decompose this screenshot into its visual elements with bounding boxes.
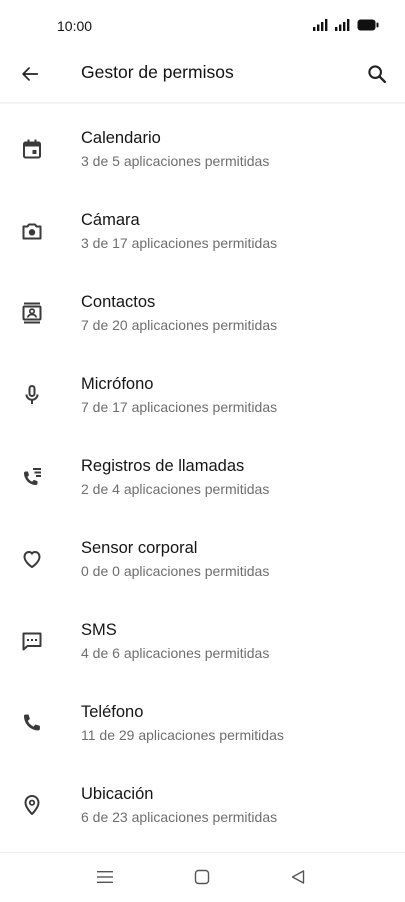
microphone-icon — [20, 383, 44, 407]
permission-list: Calendario 3 de 5 aplicaciones permitida… — [0, 116, 405, 854]
call-log-icon — [20, 465, 44, 489]
permission-title: Contactos — [81, 293, 156, 311]
location-icon — [20, 793, 44, 817]
app-bar-divider — [0, 102, 405, 104]
heart-icon — [20, 547, 44, 571]
signal-icon — [313, 19, 330, 31]
calendar-icon — [20, 137, 44, 161]
permission-summary: 11 de 29 aplicaciones permitidas — [81, 727, 284, 743]
contacts-icon — [20, 301, 44, 325]
back-button[interactable] — [14, 58, 46, 90]
permission-title: Calendario — [81, 129, 161, 147]
permission-summary: 2 de 4 aplicaciones permitidas — [81, 481, 270, 497]
permission-summary: 3 de 17 aplicaciones permitidas — [81, 235, 278, 251]
arrow-back-icon — [19, 63, 41, 85]
permission-summary: 7 de 17 aplicaciones permitidas — [81, 399, 278, 415]
sms-icon — [20, 629, 44, 653]
permission-summary: 0 de 0 aplicaciones permitidas — [81, 563, 270, 579]
navigation-bar — [0, 853, 405, 902]
app-bar: Gestor de permisos — [0, 52, 405, 104]
back-icon — [289, 868, 307, 886]
menu-icon — [96, 869, 114, 885]
status-time: 10:00 — [57, 18, 93, 34]
battery-icon — [357, 19, 379, 31]
permission-item-call-logs[interactable]: Registros de llamadas 2 de 4 aplicacione… — [0, 444, 405, 526]
permission-item-body-sensors[interactable]: Sensor corporal 0 de 0 aplicaciones perm… — [0, 526, 405, 608]
recent-apps-button[interactable] — [93, 865, 117, 889]
status-bar: 10:00 — [0, 0, 405, 52]
permission-title: Micrófono — [81, 375, 154, 393]
permission-summary: 3 de 5 aplicaciones permitidas — [81, 153, 270, 169]
permission-title: Ubicación — [81, 785, 154, 803]
permission-item-calendar[interactable]: Calendario 3 de 5 aplicaciones permitida… — [0, 116, 405, 198]
phone-icon — [20, 711, 44, 735]
permission-item-location[interactable]: Ubicación 6 de 23 aplicaciones permitida… — [0, 772, 405, 854]
permission-title: Cámara — [81, 211, 140, 229]
signal-icon — [335, 19, 352, 31]
permission-summary: 6 de 23 aplicaciones permitidas — [81, 809, 278, 825]
permission-item-camera[interactable]: Cámara 3 de 17 aplicaciones permitidas — [0, 198, 405, 280]
permission-item-phone[interactable]: Teléfono 11 de 29 aplicaciones permitida… — [0, 690, 405, 772]
page-title: Gestor de permisos — [81, 62, 234, 82]
permission-summary: 7 de 20 aplicaciones permitidas — [81, 317, 278, 333]
system-back-button[interactable] — [286, 865, 310, 889]
permission-manager-screen: 10:00 Gestor de permisos Calendario 3 de… — [0, 0, 405, 902]
camera-icon — [20, 219, 44, 243]
permission-title: Registros de llamadas — [81, 457, 245, 475]
status-icons — [313, 19, 379, 31]
home-icon — [193, 868, 211, 886]
search-icon — [366, 63, 388, 85]
permission-item-microphone[interactable]: Micrófono 7 de 17 aplicaciones permitida… — [0, 362, 405, 444]
permission-item-contacts[interactable]: Contactos 7 de 20 aplicaciones permitida… — [0, 280, 405, 362]
permission-item-sms[interactable]: SMS 4 de 6 aplicaciones permitidas — [0, 608, 405, 690]
permission-title: SMS — [81, 621, 117, 639]
permission-summary: 4 de 6 aplicaciones permitidas — [81, 645, 270, 661]
permission-title: Sensor corporal — [81, 539, 198, 557]
search-button[interactable] — [361, 58, 393, 90]
home-button[interactable] — [190, 865, 214, 889]
permission-title: Teléfono — [81, 703, 144, 721]
